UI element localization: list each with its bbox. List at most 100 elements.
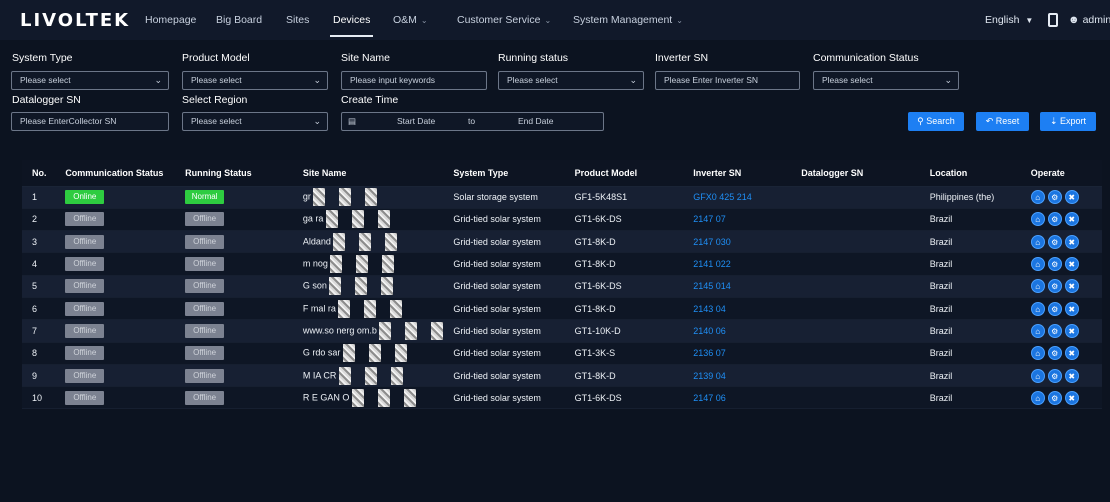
inverter-sn-cell[interactable]: 2147 06 (683, 386, 792, 410)
settings-icon[interactable]: ⚙ (1047, 323, 1062, 338)
table-row[interactable]: 10 Offline Offline R E GAN O Grid-tied sola… (22, 386, 1102, 410)
export-button[interactable]: ⇣ Export (1040, 112, 1096, 131)
nav-customer-service[interactable]: Customer Service ⌄ (457, 0, 551, 40)
inverter-sn-cell[interactable]: GFX0 425 214 (683, 186, 792, 209)
settings-icon[interactable]: ⚙ (1047, 279, 1062, 294)
settings-icon[interactable]: ⚙ (1047, 257, 1062, 272)
delete-icon[interactable]: ✖ (1064, 190, 1079, 205)
table-row[interactable]: 4 Offline Offline m nog Grid-tied solar sys… (22, 252, 1102, 276)
inverter-sn-link[interactable]: 2143 04 (693, 304, 726, 314)
phone-icon[interactable] (1048, 13, 1058, 27)
delete-icon[interactable]: ✖ (1064, 234, 1079, 249)
home-icon[interactable]: ⌂ (1030, 279, 1045, 294)
product-model-cell: GT1-6K-DS (564, 275, 684, 298)
datalogger-sn-cell (791, 386, 920, 410)
inverter-sn-cell[interactable]: 2141 022 (683, 252, 792, 276)
communication-status-select[interactable]: Please select ⌄ (813, 71, 959, 90)
home-icon[interactable]: ⌂ (1030, 390, 1045, 405)
home-icon[interactable]: ⌂ (1030, 257, 1045, 272)
product-model-select[interactable]: Please select ⌄ (182, 71, 328, 90)
search-button[interactable]: ⚲ Search (908, 112, 964, 131)
inverter-sn-link[interactable]: GFX0 425 214 (693, 192, 752, 202)
delete-icon[interactable]: ✖ (1064, 279, 1079, 294)
site-name-cell[interactable]: Aldand (292, 230, 444, 254)
site-name-cell[interactable]: R E GAN O (292, 386, 444, 410)
table-row[interactable]: 1 Online Normal gr Solar storage system GF1-… (22, 186, 1102, 209)
table-row[interactable]: 6 Offline Offline F mal ra Grid-tied solar … (22, 297, 1102, 321)
communication-status-badge: Online (65, 190, 105, 205)
home-icon[interactable]: ⌂ (1030, 212, 1045, 227)
language-selector[interactable]: English ▼ (985, 0, 1033, 40)
system-type-select[interactable]: Please select ⌄ (11, 71, 169, 90)
site-name-cell[interactable]: G rdo sar (292, 342, 444, 365)
home-icon[interactable]: ⌂ (1030, 301, 1045, 316)
select-region-select[interactable]: Please select ⌄ (182, 112, 328, 131)
end-date-input[interactable]: End Date (518, 113, 553, 130)
site-name-cell[interactable]: m nog (292, 252, 444, 276)
home-icon[interactable]: ⌂ (1030, 368, 1045, 383)
delete-icon[interactable]: ✖ (1064, 257, 1079, 272)
inverter-sn-cell[interactable]: 2136 07 (683, 342, 792, 365)
table-row[interactable]: 8 Offline Offline G rdo sar Grid-tied solar… (22, 342, 1102, 365)
delete-icon[interactable]: ✖ (1064, 346, 1079, 361)
running-status-select[interactable]: Please select ⌄ (498, 71, 644, 90)
nav-devices[interactable]: Devices (330, 0, 374, 40)
site-name-cell[interactable]: F mal ra (292, 297, 444, 321)
nav-om[interactable]: O&M ⌄ (393, 0, 428, 40)
inverter-sn-cell[interactable]: 2147 07 (683, 208, 792, 232)
home-icon[interactable]: ⌂ (1030, 234, 1045, 249)
inverter-sn-link[interactable]: 2139 04 (693, 371, 726, 381)
delete-icon[interactable]: ✖ (1064, 301, 1079, 316)
livoltek-logo[interactable]: LIVOLTEK (20, 10, 130, 31)
inverter-sn-link[interactable]: 2136 07 (693, 348, 726, 358)
settings-icon[interactable]: ⚙ (1047, 301, 1062, 316)
settings-icon[interactable]: ⚙ (1047, 346, 1062, 361)
inverter-sn-cell[interactable]: 2147 030 (683, 230, 792, 254)
inverter-sn-link[interactable]: 2147 07 (693, 214, 726, 224)
nav-homepage[interactable]: Homepage (145, 0, 196, 40)
nav-sites[interactable]: Sites (286, 0, 309, 40)
settings-icon[interactable]: ⚙ (1047, 390, 1062, 405)
start-date-input[interactable]: Start Date (397, 113, 435, 130)
delete-icon[interactable]: ✖ (1064, 368, 1079, 383)
inverter-sn-link[interactable]: 2147 030 (693, 237, 731, 247)
inverter-sn-link[interactable]: 2140 06 (693, 326, 726, 336)
table-row[interactable]: 7 Offline Offline www.so nerg om.b Grid-tie… (22, 319, 1102, 343)
user-menu[interactable]: ☻admin ▼ (1068, 0, 1110, 40)
inverter-sn-cell[interactable]: 2140 06 (683, 319, 792, 343)
delete-icon[interactable]: ✖ (1064, 323, 1079, 338)
site-name-cell[interactable]: G son (292, 275, 444, 298)
nav-system-management[interactable]: System Management ⌄ (573, 0, 683, 40)
nav-big-board[interactable]: Big Board (216, 0, 262, 40)
delete-icon[interactable]: ✖ (1064, 212, 1079, 227)
site-name-cell[interactable]: gr (292, 186, 444, 209)
settings-icon[interactable]: ⚙ (1047, 368, 1062, 383)
table-row[interactable]: 3 Offline Offline Aldand Grid-tied solar sy… (22, 230, 1102, 254)
home-icon[interactable]: ⌂ (1030, 323, 1045, 338)
inverter-sn-input[interactable]: Please Enter Inverter SN (655, 71, 800, 90)
delete-icon[interactable]: ✖ (1064, 390, 1079, 405)
create-time-range[interactable]: ▤ Start Date to End Date (341, 112, 604, 131)
home-icon[interactable]: ⌂ (1030, 190, 1045, 205)
inverter-sn-link[interactable]: 2141 022 (693, 259, 731, 269)
site-name-input[interactable]: Please input keywords (341, 71, 487, 90)
datalogger-sn-input[interactable]: Please EnterCollector SN (11, 112, 169, 131)
site-name-cell[interactable]: ga ra (292, 208, 444, 232)
settings-icon[interactable]: ⚙ (1047, 212, 1062, 227)
inverter-sn-cell[interactable]: 2139 04 (683, 364, 792, 388)
reset-button[interactable]: ↶ Reset (976, 112, 1029, 131)
site-name-cell[interactable]: M IA CR (292, 364, 444, 388)
site-name-cell[interactable]: www.so nerg om.b (292, 319, 444, 343)
operate-cell: ⌂ ⚙ ✖ (1020, 208, 1102, 232)
settings-icon[interactable]: ⚙ (1047, 190, 1062, 205)
create-time-label: Create Time (341, 94, 399, 106)
inverter-sn-cell[interactable]: 2143 04 (683, 297, 792, 321)
inverter-sn-link[interactable]: 2145 014 (693, 281, 731, 291)
settings-icon[interactable]: ⚙ (1047, 234, 1062, 249)
inverter-sn-link[interactable]: 2147 06 (693, 393, 726, 403)
inverter-sn-cell[interactable]: 2145 014 (683, 275, 792, 298)
home-icon[interactable]: ⌂ (1030, 346, 1045, 361)
table-row[interactable]: 9 Offline Offline M IA CR Grid-tied solar s… (22, 364, 1102, 388)
table-row[interactable]: 2 Offline Offline ga ra Grid-tied solar sys… (22, 208, 1102, 232)
table-row[interactable]: 5 Offline Offline G son Grid-tied solar sys… (22, 275, 1102, 298)
